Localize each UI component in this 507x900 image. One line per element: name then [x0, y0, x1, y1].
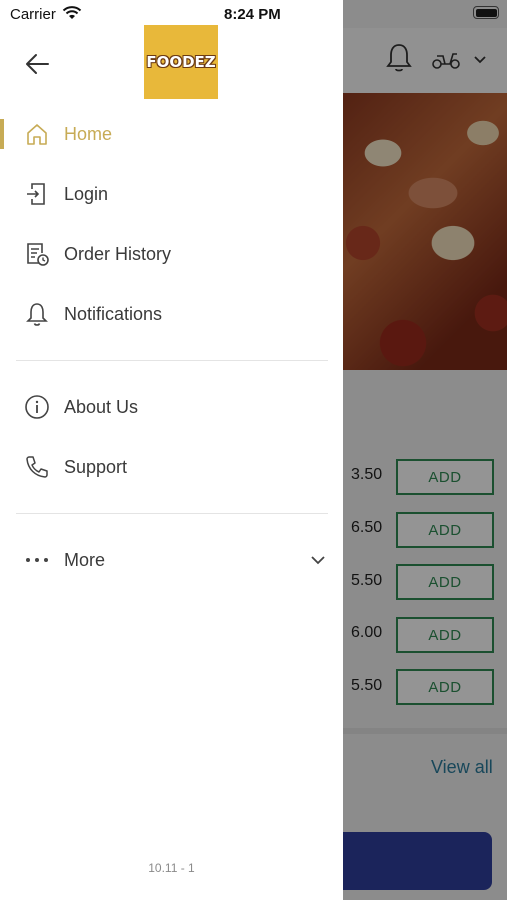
menu-item-label: More — [64, 549, 106, 570]
bell-icon — [26, 303, 48, 326]
back-arrow-icon[interactable] — [24, 50, 52, 78]
login-icon — [27, 183, 45, 205]
app-version: 10.11 - 1 — [148, 861, 195, 875]
battery-icon — [473, 6, 499, 19]
info-icon — [25, 395, 49, 419]
app-logo: FOODEZ — [144, 25, 218, 99]
menu-item-more[interactable]: More — [0, 536, 343, 584]
menu-item-label: About Us — [64, 396, 139, 417]
menu-item-order-history[interactable]: Order History — [0, 230, 343, 278]
home-icon — [27, 124, 47, 145]
more-dots-icon — [26, 558, 48, 562]
phone-icon — [26, 456, 48, 478]
chevron-down-icon — [311, 556, 325, 565]
menu-item-label: Order History — [64, 243, 172, 264]
menu-item-label: Support — [64, 456, 128, 477]
menu-item-label: Login — [64, 183, 109, 204]
menu-item-label: Notifications — [64, 303, 163, 324]
menu-item-label: Home — [64, 123, 113, 144]
menu-divider — [16, 360, 328, 361]
menu-item-login[interactable]: Login — [0, 170, 343, 218]
menu-item-support[interactable]: Support — [0, 443, 343, 491]
wifi-icon — [62, 6, 82, 19]
carrier-label: Carrier — [10, 6, 56, 23]
logo-text: FOODEZ — [146, 53, 216, 71]
side-drawer: FOODEZ Home Login Order History Notifica… — [0, 0, 343, 900]
menu-item-notifications[interactable]: Notifications — [0, 290, 343, 338]
menu-divider — [16, 513, 328, 514]
clock: 8:24 PM — [224, 6, 281, 23]
menu-item-home[interactable]: Home — [0, 110, 343, 158]
order-history-icon — [27, 243, 49, 266]
menu-item-about-us[interactable]: About Us — [0, 383, 343, 431]
status-bar: Carrier 8:24 PM — [0, 0, 507, 28]
drawer-overlay[interactable] — [343, 0, 507, 900]
